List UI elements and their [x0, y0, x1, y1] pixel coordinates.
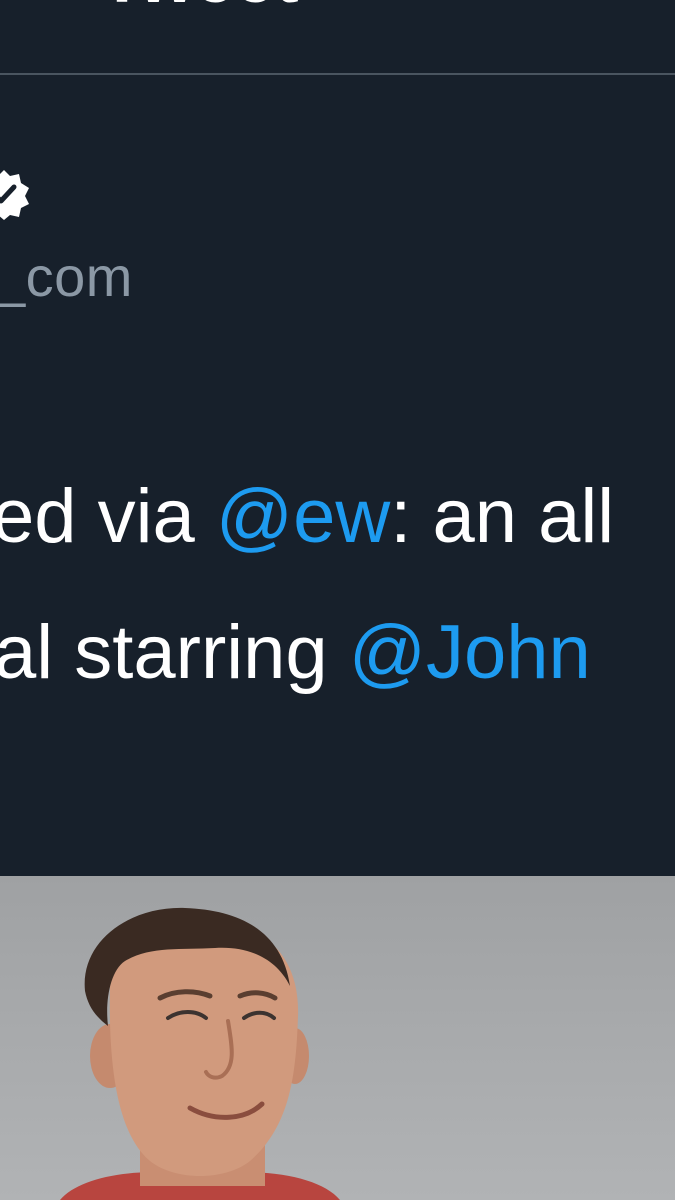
page-title: Tweet — [100, 0, 299, 14]
mention-link[interactable]: @ew — [216, 474, 390, 559]
person-photo-illustration — [60, 907, 340, 1200]
tweet-detail-screen: Tweet _com ed via @ew: an all al starrin… — [0, 0, 675, 1200]
tweet-text-line: al starring @John — [0, 610, 591, 696]
author-handle[interactable]: _com — [0, 245, 133, 309]
header-divider — [0, 73, 675, 75]
tweet-media-photo[interactable] — [0, 876, 675, 1200]
tweet-text-segment: al starring — [0, 610, 349, 695]
mention-link[interactable]: @John — [349, 610, 591, 695]
tweet-text-segment: ed via — [0, 474, 216, 559]
verified-badge-icon — [0, 170, 29, 220]
tweet-text-segment: : an all — [390, 474, 615, 559]
tweet-text-line: ed via @ew: an all — [0, 474, 614, 560]
